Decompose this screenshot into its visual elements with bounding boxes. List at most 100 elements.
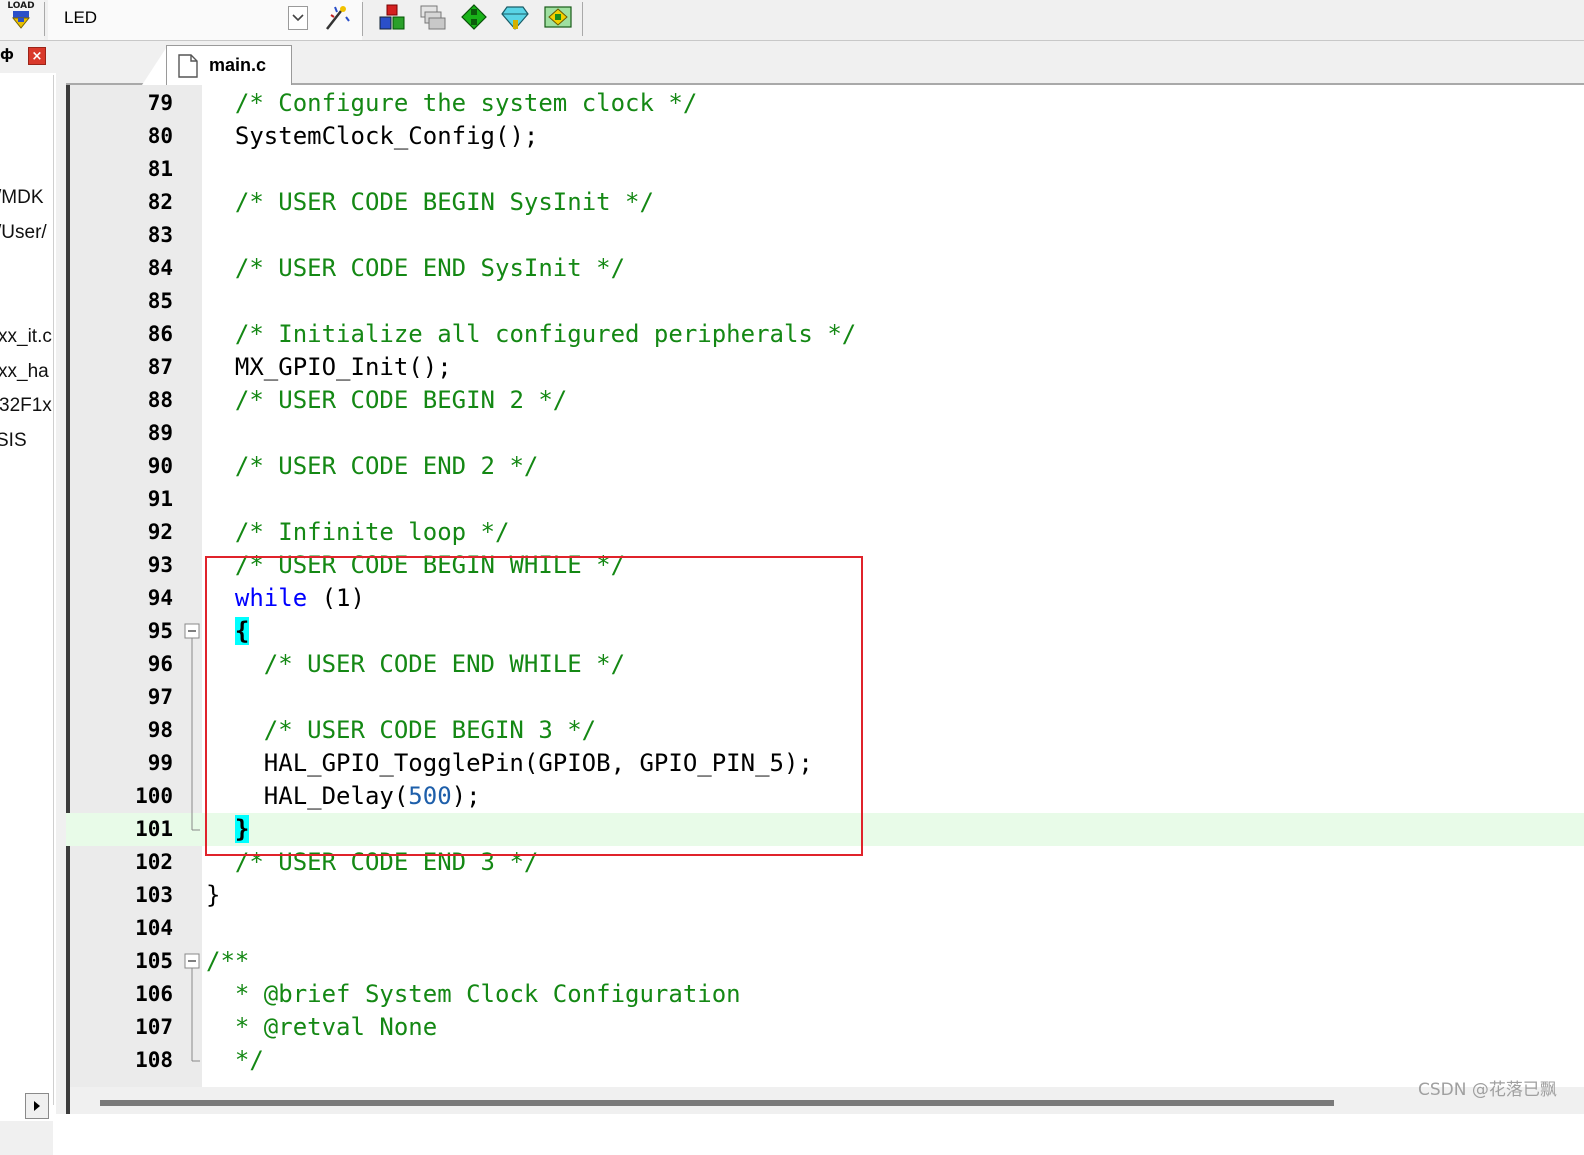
code-line[interactable]: 79 /* Configure the system clock */ [66, 87, 1584, 120]
line-number: 95 [147, 619, 173, 643]
project-items-icon [379, 4, 405, 30]
code-line[interactable]: 101 } [66, 813, 1584, 846]
code-fragment: /* USER CODE END 2 */ [234, 452, 539, 480]
scroll-right-button[interactable] [25, 1093, 49, 1119]
toolbar-separator [582, 2, 583, 36]
line-number: 102 [135, 850, 173, 874]
horizontal-scrollbar[interactable] [70, 1087, 1584, 1114]
code-line[interactable]: 104 [66, 912, 1584, 945]
manage-project-items-button[interactable] [377, 2, 407, 32]
fold-line [183, 714, 203, 747]
code-line[interactable]: 108 */ [66, 1044, 1584, 1077]
select-packs-button[interactable] [418, 2, 448, 32]
fold-toggle-icon[interactable] [183, 945, 203, 978]
pin-icon[interactable]: ф [0, 47, 14, 63]
code-line[interactable]: 87 MX_GPIO_Init(); [66, 351, 1584, 384]
horizontal-scrollbar-thumb[interactable] [100, 1100, 1334, 1106]
code-line[interactable]: 100 HAL_Delay(500); [66, 780, 1584, 813]
project-tree-item[interactable]: /User/ [0, 222, 53, 244]
panel-splitter[interactable] [56, 41, 66, 1114]
code-fragment: MX_GPIO_Init(); [234, 353, 452, 381]
arrow-right-icon [34, 1101, 40, 1111]
project-tree-item[interactable]: xx_ha [0, 361, 53, 383]
code-text: * @brief System Clock Configuration [206, 978, 741, 1011]
matched-brace: { [234, 617, 250, 645]
code-line[interactable]: 81 [66, 153, 1584, 186]
fold-line [183, 351, 203, 384]
code-line[interactable]: 86 /* Initialize all configured peripher… [66, 318, 1584, 351]
project-tree-item[interactable]: /MDK [0, 187, 53, 209]
fold-line [183, 879, 203, 912]
code-line[interactable]: 95 { [66, 615, 1584, 648]
code-line[interactable]: 93 /* USER CODE BEGIN WHILE */ [66, 549, 1584, 582]
code-line[interactable]: 88 /* USER CODE BEGIN 2 */ [66, 384, 1584, 417]
code-fragment: */ [234, 1046, 264, 1074]
code-line[interactable]: 98 /* USER CODE BEGIN 3 */ [66, 714, 1584, 747]
line-number: 98 [147, 718, 173, 742]
line-number: 81 [147, 157, 173, 181]
project-panel-scrollbar[interactable] [0, 1121, 53, 1155]
code-line[interactable]: 83 [66, 219, 1584, 252]
project-tree-item[interactable]: SIS [0, 430, 53, 452]
code-line[interactable]: 92 /* Infinite loop */ [66, 516, 1584, 549]
code-line[interactable]: 84 /* USER CODE END SysInit */ [66, 252, 1584, 285]
code-fragment: } [206, 881, 221, 909]
close-icon[interactable]: × [28, 47, 46, 65]
green-diamond-icon [461, 4, 487, 30]
code-line[interactable]: 82 /* USER CODE BEGIN SysInit */ [66, 186, 1584, 219]
code-fragment: /* USER CODE BEGIN 2 */ [234, 386, 568, 414]
code-line[interactable]: 91 [66, 483, 1584, 516]
code-fragment: /* Configure the system clock */ [234, 89, 698, 117]
code-text: /* Infinite loop */ [206, 516, 510, 549]
fold-line [183, 780, 203, 813]
manage-software-components-button[interactable] [543, 2, 573, 32]
fold-line [183, 648, 203, 681]
project-tree-item[interactable]: xx_it.c [0, 326, 53, 348]
code-line[interactable]: 106 * @brief System Clock Configuration [66, 978, 1584, 1011]
code-line[interactable]: 80 SystemClock_Config(); [66, 120, 1584, 153]
code-editor[interactable]: 79 /* Configure the system clock */80 Sy… [66, 85, 1584, 1114]
stacked-windows-icon [420, 5, 446, 30]
tab-main-c[interactable]: main.c [166, 45, 292, 85]
code-line[interactable]: 89 [66, 417, 1584, 450]
fold-toggle-icon[interactable] [183, 615, 203, 648]
load-button[interactable]: LOAD [6, 0, 36, 30]
code-line[interactable]: 96 /* USER CODE END WHILE */ [66, 648, 1584, 681]
fold-line [183, 186, 203, 219]
code-text: /* USER CODE END SysInit */ [206, 252, 625, 285]
line-number: 90 [147, 454, 173, 478]
target-select-label[interactable]: LED [64, 8, 97, 28]
magic-wand-icon [326, 6, 350, 30]
code-line[interactable]: 90 /* USER CODE END 2 */ [66, 450, 1584, 483]
options-for-target-button[interactable] [322, 2, 352, 32]
fold-line [183, 483, 203, 516]
line-number: 79 [147, 91, 173, 115]
code-line[interactable]: 94 while (1) [66, 582, 1584, 615]
fold-line [183, 384, 203, 417]
code-fragment: (1) [307, 584, 365, 612]
code-line[interactable]: 85 [66, 285, 1584, 318]
code-line[interactable]: 102 /* USER CODE END 3 */ [66, 846, 1584, 879]
code-text: /* USER CODE BEGIN 3 */ [206, 714, 596, 747]
target-dropdown-button[interactable] [288, 6, 308, 30]
code-line[interactable]: 99 HAL_GPIO_TogglePin(GPIOB, GPIO_PIN_5)… [66, 747, 1584, 780]
code-fragment: * @retval None [234, 1013, 438, 1041]
code-fragment: ); [451, 782, 481, 810]
fold-line [183, 450, 203, 483]
tab-label: main.c [209, 55, 267, 75]
line-number: 103 [135, 883, 173, 907]
code-fragment: /* USER CODE BEGIN 3 */ [263, 716, 597, 744]
code-fragment: /* USER CODE END WHILE */ [263, 650, 626, 678]
manage-run-time-environment-button[interactable] [459, 2, 489, 32]
code-line[interactable]: 103} [66, 879, 1584, 912]
code-text: */ [206, 1044, 264, 1077]
component-box-icon [544, 6, 572, 28]
pack-installer-button[interactable] [500, 2, 530, 32]
project-tree-item[interactable]: 32F1x [0, 395, 53, 417]
code-line[interactable]: 105 /** [66, 945, 1584, 978]
code-line[interactable]: 107 * @retval None [66, 1011, 1584, 1044]
fold-line [183, 912, 203, 945]
code-line[interactable]: 97 [66, 681, 1584, 714]
line-number: 106 [135, 982, 173, 1006]
fold-line [183, 1011, 203, 1044]
